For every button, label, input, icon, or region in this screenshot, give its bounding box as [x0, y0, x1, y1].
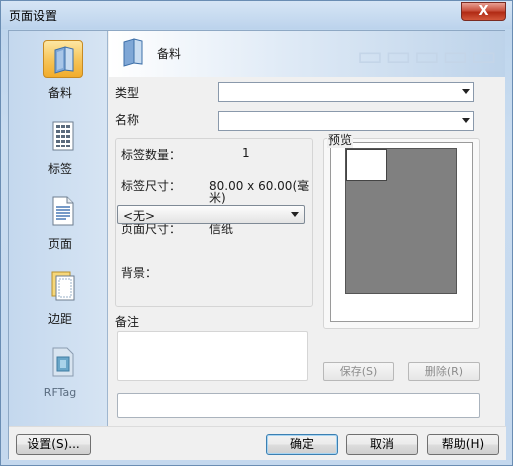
- name-label: 名称: [115, 113, 140, 127]
- dialog-client-area: 备料 标签 页面 边距 RFTag ▭▭▭▭▭ 备料 类型 名称 标签数量： 1…: [8, 30, 506, 460]
- header-watermark-decoration: ▭▭▭▭▭: [356, 39, 499, 72]
- section-title: 备料: [157, 47, 182, 61]
- label-size-value-cont: 米): [209, 191, 226, 205]
- window-title: 页面设置: [9, 9, 58, 23]
- sidebar-item-rftag[interactable]: RFTag: [13, 337, 105, 403]
- sidebar-item-label: RFTag: [43, 386, 77, 399]
- sidebar-item-label-settings[interactable]: 标签: [13, 111, 105, 177]
- nav-icon-highlight: [43, 40, 83, 78]
- rfid-tag-icon: [52, 347, 74, 377]
- cancel-button[interactable]: 取消: [346, 434, 418, 455]
- label-count-label: 标签数量：: [121, 148, 182, 162]
- sidebar-item-page[interactable]: 页面: [13, 186, 105, 252]
- preview-panel: [323, 138, 480, 329]
- chevron-down-icon: [291, 212, 299, 217]
- type-combobox[interactable]: [218, 82, 474, 102]
- settings-button[interactable]: 设置(S)...: [16, 434, 91, 455]
- sidebar-item-margins[interactable]: 边距: [13, 261, 105, 327]
- background-label: 背景：: [121, 266, 158, 280]
- description-input[interactable]: [117, 393, 480, 418]
- main-panel: ▭▭▭▭▭ 备料 类型 名称 标签数量： 1 标签尺寸： 80.00 x 60.…: [109, 31, 505, 426]
- grid-table-icon: [52, 121, 74, 151]
- notes-label: 备注: [115, 315, 140, 329]
- page-setup-dialog: 页面设置 X 备料 标签 页面 边距 RFTag ▭▭▭▭▭ 备料 类型 名称 …: [0, 0, 513, 466]
- preview-label: 预览: [327, 131, 354, 148]
- chevron-down-icon: [462, 118, 470, 123]
- document-page-icon: [52, 196, 74, 226]
- section-header: ▭▭▭▭▭ 备料: [109, 31, 505, 77]
- title-bar: 页面设置 X: [1, 1, 512, 29]
- folder-icon: [123, 38, 143, 67]
- name-combobox[interactable]: [218, 111, 474, 131]
- sidebar-item-label: 备料: [47, 86, 72, 100]
- sidebar-item-label: 页面: [47, 237, 72, 251]
- folder-icon: [54, 46, 74, 74]
- save-button[interactable]: 保存(S): [323, 362, 394, 381]
- dialog-footer: 设置(S)... 确定 取消 帮助(H): [9, 426, 506, 460]
- stacked-pages-icon: [51, 271, 75, 301]
- notes-textarea[interactable]: [117, 331, 308, 381]
- sidebar-item-label: 边距: [47, 312, 72, 326]
- sidebar: 备料 标签 页面 边距 RFTag: [9, 31, 108, 426]
- background-combobox[interactable]: <无>: [117, 205, 305, 224]
- sidebar-item-label: 标签: [47, 162, 72, 176]
- preview-label-cell: [346, 149, 387, 181]
- type-label: 类型: [115, 86, 140, 100]
- ok-button[interactable]: 确定: [266, 434, 338, 455]
- delete-button[interactable]: 删除(R): [408, 362, 480, 381]
- label-count-value: 1: [242, 146, 250, 160]
- close-button[interactable]: X: [461, 2, 506, 21]
- chevron-down-icon: [462, 89, 470, 94]
- help-button[interactable]: 帮助(H): [427, 434, 499, 455]
- label-size-label: 标签尺寸：: [121, 179, 182, 193]
- sidebar-item-stock[interactable]: 备料: [13, 35, 105, 101]
